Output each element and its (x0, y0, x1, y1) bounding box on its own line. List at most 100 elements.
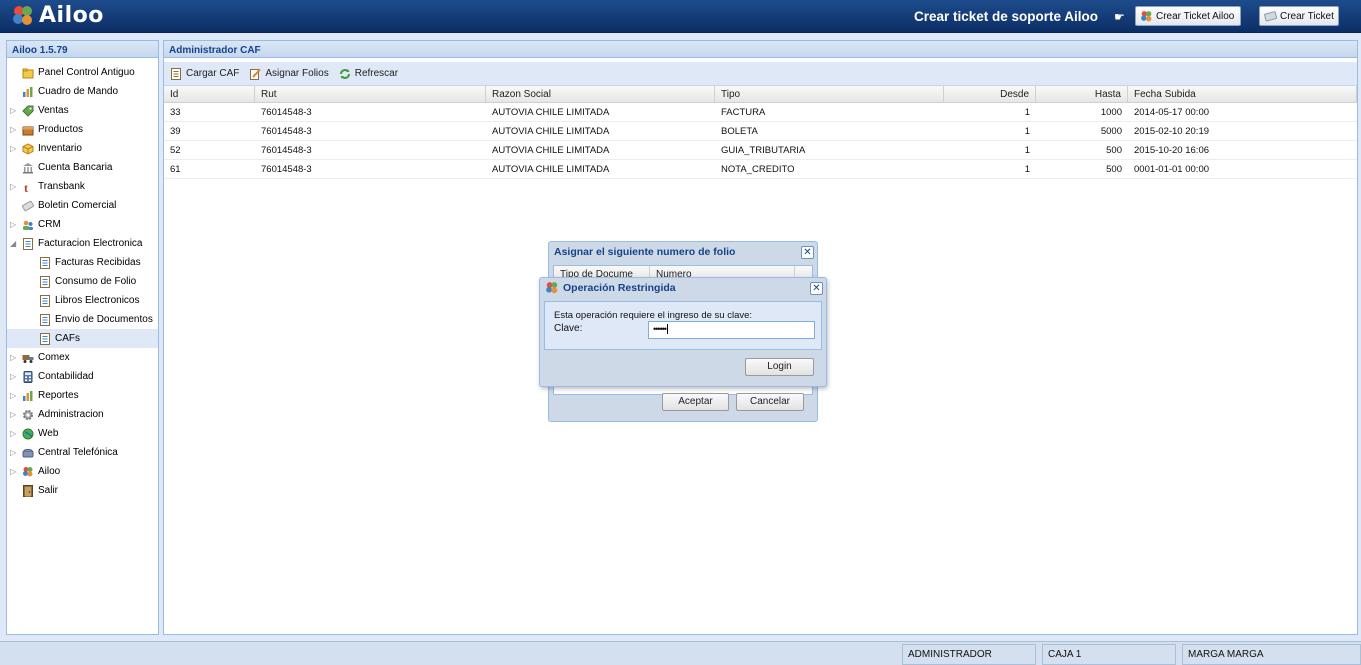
cargar-caf-button[interactable]: Cargar CAF (170, 67, 239, 80)
sidebar-item-boletin-comercial[interactable]: Boletin Comercial (7, 196, 158, 215)
box-icon (22, 126, 34, 135)
sidebar-item-ventas[interactable]: ▷ Ventas (7, 101, 158, 120)
column-header-hasta[interactable]: Hasta (1036, 86, 1128, 102)
sidebar-item-contabilidad[interactable]: ▷ Contabilidad (7, 367, 158, 386)
sidebar-item-ailoo[interactable]: ▷ Ailoo (7, 462, 158, 481)
sidebar-item-reportes[interactable]: ▷ Reportes (7, 386, 158, 405)
column-header-rut[interactable]: Rut (255, 86, 486, 102)
column-header-razon-social[interactable]: Razon Social (486, 86, 715, 102)
sidebar-item-libros-electronicos[interactable]: Libros Electronicos (7, 291, 158, 310)
sidebar-item-administracion[interactable]: ▷ Administracion (7, 405, 158, 424)
cell-fecha-subida: 2015-10-20 16:06 (1134, 145, 1210, 156)
cell-desde: 1 (1024, 107, 1030, 118)
cell-tipo: BOLETA (721, 126, 758, 137)
sidebar-item-panel-control-antiguo[interactable]: Panel Control Antiguo (7, 63, 158, 82)
caf-grid: Id Rut Razon Social Tipo Desde Hasta Fec… (164, 86, 1357, 179)
restricted-operation-dialog: Operación Restringida ✕ Esta operación r… (539, 277, 827, 387)
sidebar-item-inventario[interactable]: ▷ Inventario (7, 139, 158, 158)
asignar-folios-label: Asignar Folios (265, 68, 329, 79)
expand-arrow-icon[interactable]: ▷ (10, 467, 16, 476)
document-icon (40, 256, 50, 269)
sidebar-item-cuenta-bancaria[interactable]: Cuenta Bancaria (7, 158, 158, 177)
sidebar-item-facturacion-electronica[interactable]: ◢ Facturacion Electronica (7, 234, 158, 253)
status-register: CAJA 1 (1042, 644, 1176, 665)
bar-chart-icon (23, 390, 33, 401)
expand-arrow-icon[interactable]: ▷ (10, 372, 16, 381)
table-row[interactable]: 39 76014548-3 AUTOVIA CHILE LIMITADA BOLETA… (164, 122, 1357, 141)
expand-arrow-icon[interactable]: ▷ (10, 182, 16, 191)
cube-icon (22, 142, 34, 155)
restricted-dialog-title: Operación Restringida (563, 282, 676, 294)
calculator-icon (23, 370, 33, 383)
cell-tipo: FACTURA (721, 107, 766, 118)
sidebar-item-crm[interactable]: ▷ CRM (7, 215, 158, 234)
sidebar-item-productos[interactable]: ▷ Productos (7, 120, 158, 139)
cell-fecha-subida: 0001-01-01 00:00 (1134, 164, 1210, 175)
sidebar-item-transbank[interactable]: ▷ t Transbank (7, 177, 158, 196)
ailoo-logo-icon (13, 5, 32, 25)
table-row[interactable]: 52 76014548-3 AUTOVIA CHILE LIMITADA GUIA_T… (164, 141, 1357, 160)
collapse-arrow-icon[interactable]: ◢ (10, 239, 16, 248)
column-header-desde[interactable]: Desde (944, 86, 1036, 102)
logo-text: Ailoo (39, 3, 104, 28)
document-icon (40, 313, 50, 326)
sidebar-item-label: Central Telefónica (38, 447, 118, 458)
sidebar-item-label: Facturacion Electronica (38, 238, 143, 249)
close-icon[interactable]: ✕ (810, 282, 823, 295)
column-header-tipo[interactable]: Tipo (715, 86, 944, 102)
sidebar-item-web[interactable]: ▷ Web (7, 424, 158, 443)
cell-razon-social: AUTOVIA CHILE LIMITADA (492, 126, 610, 137)
bar-chart-icon (23, 86, 33, 97)
grid-header: Id Rut Razon Social Tipo Desde Hasta Fec… (164, 86, 1357, 103)
sidebar-item-label: Consumo de Folio (55, 276, 137, 287)
password-mask: •••••• (653, 324, 667, 334)
document-icon (40, 275, 50, 288)
expand-arrow-icon[interactable]: ▷ (10, 353, 16, 362)
create-ailoo-ticket-button[interactable]: Crear Ticket Ailoo (1135, 6, 1241, 26)
door-icon (23, 484, 33, 497)
sidebar-item-salir[interactable]: Salir (7, 481, 158, 500)
sidebar-item-central-telef-nica[interactable]: ▷ Central Telefónica (7, 443, 158, 462)
column-header-fecha-subida[interactable]: Fecha Subida (1128, 86, 1357, 102)
sidebar-item-consumo-de-folio[interactable]: Consumo de Folio (7, 272, 158, 291)
expand-arrow-icon[interactable]: ▷ (10, 106, 16, 115)
expand-arrow-icon[interactable]: ▷ (10, 144, 16, 153)
ailoo-logo[interactable]: Ailoo (11, 3, 104, 28)
password-input[interactable]: •••••• (648, 321, 815, 339)
expand-arrow-icon[interactable]: ▷ (10, 429, 16, 438)
accept-button[interactable]: Aceptar (662, 393, 729, 411)
tag-icon (22, 105, 34, 117)
table-row[interactable]: 61 76014548-3 AUTOVIA CHILE LIMITADA NOTA_C… (164, 160, 1357, 179)
transbank-icon: t (24, 181, 28, 193)
table-row[interactable]: 33 76014548-3 AUTOVIA CHILE LIMITADA FACTUR… (164, 103, 1357, 122)
cell-fecha-subida: 2015-02-10 20:19 (1134, 126, 1210, 137)
sidebar-item-label: Libros Electronicos (55, 295, 140, 306)
login-button[interactable]: Login (745, 358, 814, 376)
expand-arrow-icon[interactable]: ▷ (10, 391, 16, 400)
expand-arrow-icon[interactable]: ▷ (10, 125, 16, 134)
sidebar-item-comex[interactable]: ▷ Comex (7, 348, 158, 367)
create-ticket-button[interactable]: Crear Ticket (1259, 6, 1339, 26)
edit-document-icon (250, 68, 262, 80)
sidebar-item-label: CRM (38, 219, 61, 230)
expand-arrow-icon[interactable]: ▷ (10, 448, 16, 457)
cancel-button[interactable]: Cancelar (736, 393, 804, 411)
sidebar-item-cafs[interactable]: CAFs (7, 329, 158, 348)
expand-arrow-icon[interactable]: ▷ (10, 220, 16, 229)
sidebar-item-facturas-recibidas[interactable]: Facturas Recibidas (7, 253, 158, 272)
refrescar-button[interactable]: Refrescar (339, 68, 398, 80)
sidebar-item-cuadro-de-mando[interactable]: Cuadro de Mando (7, 82, 158, 101)
cell-tipo: GUIA_TRIBUTARIA (721, 145, 806, 156)
navigation-tree: Panel Control Antiguo Cuadro de Mando ▷ Ven… (7, 63, 158, 500)
cell-id: 39 (170, 126, 181, 137)
sidebar-item-label: Administracion (38, 409, 104, 420)
text-cursor (666, 324, 668, 334)
sidebar-item-envio-de-documentos[interactable]: Envio de Documentos (7, 310, 158, 329)
ailoo-logo-icon (1141, 10, 1152, 21)
expand-arrow-icon[interactable]: ▷ (10, 410, 16, 419)
column-header-id[interactable]: Id (164, 86, 255, 102)
cell-hasta: 5000 (1100, 126, 1122, 137)
asignar-folios-button[interactable]: Asignar Folios (249, 68, 329, 80)
cell-razon-social: AUTOVIA CHILE LIMITADA (492, 107, 610, 118)
close-icon[interactable]: ✕ (801, 246, 814, 259)
